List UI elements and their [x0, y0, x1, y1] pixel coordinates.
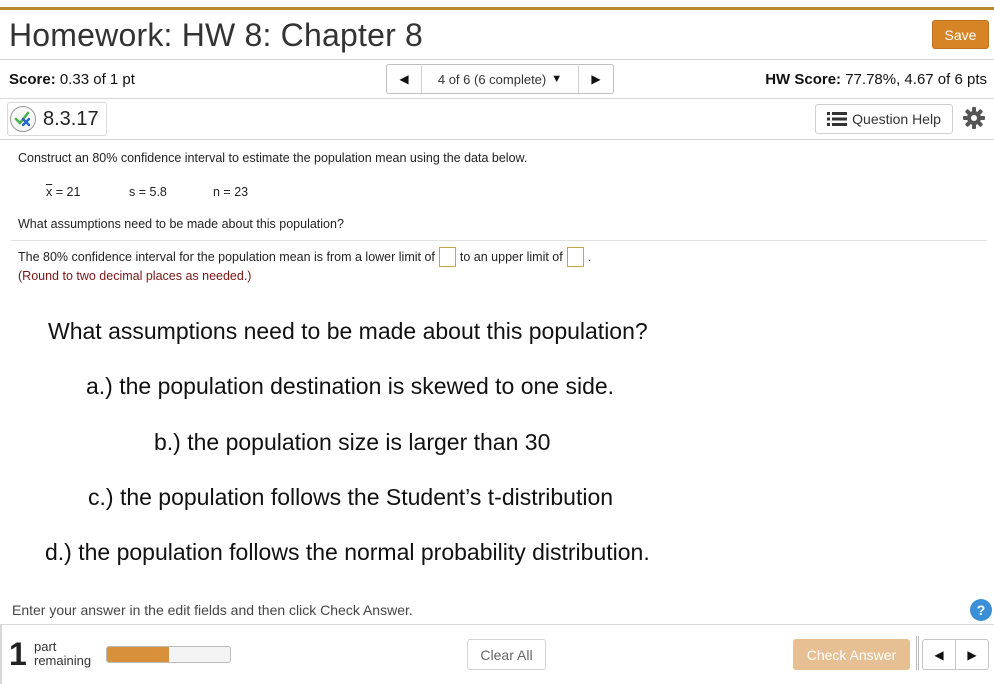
gear-icon[interactable] [962, 106, 986, 130]
score-label: Score: [9, 71, 56, 88]
xbar-symbol: x [46, 185, 53, 199]
progress-fill [107, 647, 169, 662]
question-prompt: Construct an 80% confidence interval to … [18, 151, 528, 165]
previous-question-button[interactable]: ◀ [387, 65, 421, 93]
option-d: d.) the population follows the normal pr… [45, 539, 650, 565]
stat-s: s = 5.8 [129, 185, 167, 199]
question-selector-label: 4 of 6 (6 complete) [437, 71, 547, 87]
progress-bar [106, 646, 231, 663]
assumption-question: What assumptions need to be made about t… [18, 217, 344, 231]
arrow-left-icon: ◀ [934, 647, 944, 662]
partial-credit-icon [10, 106, 36, 132]
top-accent-rule [0, 7, 994, 10]
answer-middle: to an upper limit of [459, 250, 563, 264]
divider [0, 139, 994, 140]
question-selector-dropdown[interactable]: 4 of 6 (6 complete) ▼ [421, 65, 579, 93]
parts-label-line1: part [34, 639, 57, 654]
rounding-note: (Round to two decimal places as needed.) [18, 269, 252, 283]
hw-score-label: HW Score: [765, 71, 842, 88]
stat-n: n = 23 [213, 185, 249, 199]
question-navigator: ◀ 4 of 6 (6 complete) ▼ ▶ [386, 64, 614, 94]
upper-limit-input[interactable] [566, 247, 584, 267]
option-b: b.) the population size is larger than 3… [154, 429, 551, 455]
hw-score: HW Score: 77.78%, 4.67 of 6 pts [765, 71, 987, 88]
next-button[interactable]: ▶ [955, 640, 988, 669]
score: Score: 0.33 of 1 pt [9, 71, 135, 88]
next-question-button[interactable]: ▶ [579, 65, 613, 93]
caret-down-icon: ▼ [551, 73, 563, 85]
lower-limit-input[interactable] [438, 247, 456, 267]
parts-remaining-label: part remaining [34, 640, 91, 668]
question-help-button[interactable]: Question Help [815, 104, 953, 134]
save-button[interactable]: Save [932, 20, 989, 49]
question-help-label: Question Help [852, 111, 941, 127]
answer-prefix: The 80% confidence interval for the popu… [18, 250, 435, 264]
parts-remaining-count: 1 [9, 636, 27, 672]
option-a: a.) the population destination is skewed… [86, 373, 615, 399]
answer-line: The 80% confidence interval for the popu… [18, 246, 591, 268]
page-title: Homework: HW 8: Chapter 8 [9, 17, 424, 53]
score-value: 0.33 of 1 pt [59, 71, 135, 88]
divider [0, 98, 994, 99]
divider [0, 59, 994, 60]
option-c: c.) the population follows the Student’s… [88, 484, 614, 510]
arrow-left-icon: ◀ [399, 72, 409, 86]
left-border [0, 625, 2, 684]
answer-suffix: . [587, 250, 592, 264]
instruction-text: Enter your answer in the edit fields and… [12, 602, 413, 618]
separator-icon [916, 636, 919, 670]
overlay-heading: What assumptions need to be made about t… [48, 318, 648, 344]
arrow-right-icon: ▶ [967, 647, 977, 662]
help-icon[interactable]: ? [970, 599, 992, 621]
stat-xbar: x = 21 [46, 185, 80, 199]
divider [11, 240, 987, 241]
question-id-badge: 8.3.17 [7, 102, 107, 136]
check-answer-button[interactable]: Check Answer [793, 639, 910, 670]
parts-label-line2: remaining [34, 653, 92, 668]
arrow-right-icon: ▶ [591, 72, 601, 86]
question-id: 8.3.17 [43, 107, 99, 130]
hw-score-value: 77.78%, 4.67 of 6 pts [845, 71, 987, 88]
list-icon [827, 112, 848, 126]
xbar-value: = 21 [55, 185, 81, 199]
clear-all-button[interactable]: Clear All [467, 639, 546, 670]
divider [0, 624, 994, 625]
previous-button[interactable]: ◀ [923, 640, 955, 669]
question-pager: ◀ ▶ [922, 639, 989, 670]
